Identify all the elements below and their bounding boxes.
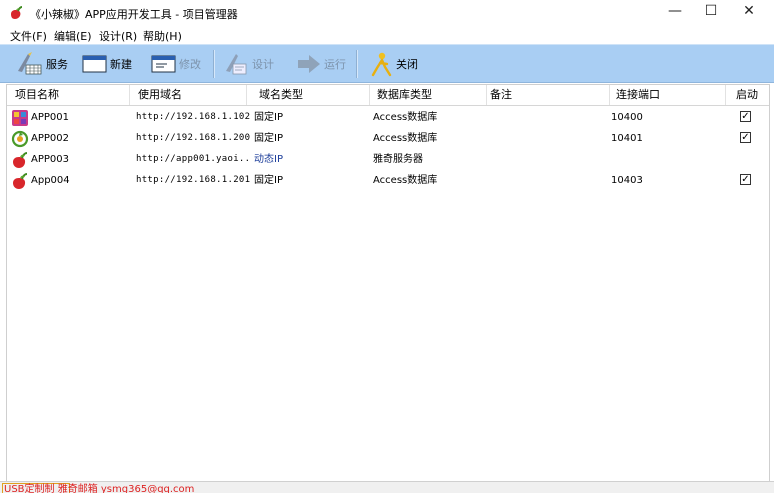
- close-window-button[interactable]: ✕: [727, 0, 771, 24]
- run-label: 运行: [324, 57, 346, 71]
- title-bar: 《小辣椒》APP应用开发工具 - 项目管理器 — ☐ ✕: [0, 0, 774, 26]
- cell-port: 10401: [611, 133, 643, 144]
- cell-project-name: App004: [31, 175, 70, 186]
- cell-domain: http://192.168.1.201: [136, 175, 250, 185]
- close-button[interactable]: 关闭: [370, 50, 418, 77]
- new-label: 新建: [110, 57, 132, 71]
- column-project-name[interactable]: 项目名称: [7, 85, 130, 105]
- design-button[interactable]: 设计: [222, 50, 274, 77]
- status-bar: USB定制制 雅奇邮箱 ysmg365@qq.com: [0, 481, 774, 493]
- cell-domain-type: 固定IP: [254, 133, 283, 144]
- table-row[interactable]: APP002 http://192.168.1.200 固定IP Access数…: [7, 128, 769, 149]
- cell-domain: http://192.168.1.200: [136, 133, 250, 143]
- cell-port: 10403: [611, 175, 643, 186]
- pepper-app-icon: [13, 152, 28, 168]
- project-table: 项目名称 使用域名 域名类型 数据库类型 备注 连接端口 启动 APP001 h…: [6, 84, 770, 482]
- new-window-icon: [82, 55, 107, 72]
- cell-db-type: Access数据库: [373, 112, 438, 123]
- cell-note: [487, 128, 607, 149]
- column-domain[interactable]: 使用域名: [130, 85, 247, 105]
- edit-label: 修改: [179, 57, 201, 71]
- cell-db-type: Access数据库: [373, 175, 438, 186]
- toolbar-separator: [356, 50, 358, 78]
- status-text: USB定制制 雅奇邮箱 ysmg365@qq.com: [4, 484, 195, 493]
- window-title: 《小辣椒》APP应用开发工具 - 项目管理器: [30, 8, 238, 21]
- run-arrow-icon: [298, 54, 320, 73]
- cell-domain-type: 固定IP: [254, 175, 283, 186]
- cell-project-name: APP003: [31, 154, 69, 165]
- cell-domain: http://app001.yaoi...: [136, 154, 250, 164]
- enabled-checkbox[interactable]: ✓: [740, 174, 751, 185]
- close-figure-icon: [371, 52, 392, 76]
- design-label: 设计: [252, 57, 274, 71]
- cell-port: 10400: [611, 112, 643, 123]
- menu-design[interactable]: 设计(R): [99, 28, 137, 44]
- column-enabled[interactable]: 启动: [726, 85, 769, 105]
- toolbar-separator: [213, 50, 215, 78]
- refresh-app-icon: [11, 130, 29, 148]
- close-label: 关闭: [396, 57, 418, 71]
- design-icon: [226, 53, 247, 74]
- edit-window-icon: [151, 55, 176, 72]
- menu-bar: 文件(F) 编辑(E) 设计(R) 帮助(H): [0, 26, 774, 44]
- pepper-app-icon: [11, 6, 23, 19]
- column-domain-type[interactable]: 域名类型: [247, 85, 370, 105]
- column-db-type[interactable]: 数据库类型: [370, 85, 487, 105]
- cell-domain-type: 动态IP: [254, 154, 283, 165]
- cell-project-name: APP001: [31, 112, 69, 123]
- cell-db-type: Access数据库: [373, 133, 438, 144]
- cell-domain: http://192.168.1.102: [136, 112, 250, 122]
- cell-project-name: APP002: [31, 133, 69, 144]
- toolbar: 服务 新建 修改 设计 运行 关闭: [0, 44, 774, 83]
- cell-port: [607, 149, 723, 170]
- service-button[interactable]: 服务: [14, 50, 68, 77]
- new-button[interactable]: 新建: [82, 50, 132, 77]
- service-icon: [18, 51, 42, 74]
- table-row[interactable]: App004 http://192.168.1.201 固定IP Access数…: [7, 170, 769, 191]
- menu-edit[interactable]: 编辑(E): [54, 28, 92, 44]
- cell-db-type: 雅奇服务器: [373, 154, 423, 165]
- column-port[interactable]: 连接端口: [610, 85, 726, 105]
- enabled-checkbox[interactable]: ✓: [740, 111, 751, 122]
- cell-note: [487, 107, 607, 128]
- pepper-app-icon: [13, 173, 28, 189]
- run-button[interactable]: 运行: [296, 50, 346, 77]
- enabled-checkbox[interactable]: ✓: [740, 132, 751, 143]
- menu-help[interactable]: 帮助(H): [143, 28, 182, 44]
- menu-file[interactable]: 文件(F): [10, 28, 47, 44]
- table-row[interactable]: APP001 http://192.168.1.102 固定IP Access数…: [7, 107, 769, 128]
- cell-domain-type: 固定IP: [254, 112, 283, 123]
- cell-note: [487, 149, 607, 170]
- edit-button[interactable]: 修改: [151, 50, 201, 77]
- grid-app-icon: [12, 110, 28, 126]
- table-row[interactable]: APP003 http://app001.yaoi... 动态IP 雅奇服务器: [7, 149, 769, 170]
- column-note[interactable]: 备注: [487, 85, 610, 105]
- cell-note: [487, 170, 607, 191]
- service-label: 服务: [46, 57, 68, 71]
- table-header: 项目名称 使用域名 域名类型 数据库类型 备注 连接端口 启动: [7, 85, 769, 106]
